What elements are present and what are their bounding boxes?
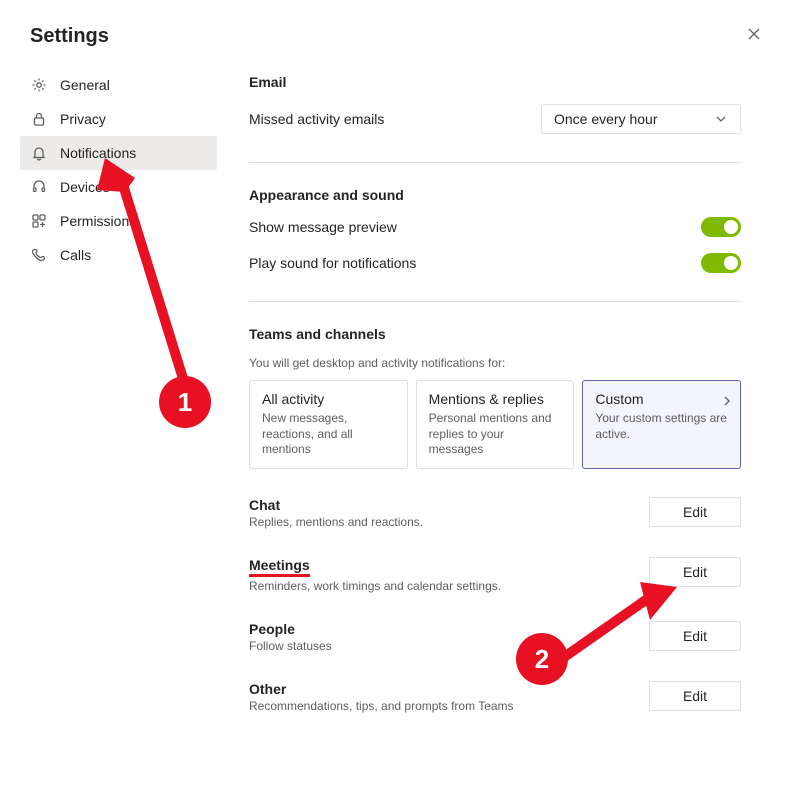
dropdown-value: Once every hour bbox=[554, 111, 658, 127]
sound-label: Play sound for notifications bbox=[249, 255, 416, 271]
card-title: All activity bbox=[262, 391, 395, 407]
sidebar-item-label: Privacy bbox=[60, 111, 106, 127]
gear-icon bbox=[30, 76, 48, 94]
close-icon bbox=[747, 27, 761, 46]
people-desc: Follow statuses bbox=[249, 639, 332, 653]
sidebar-item-label: General bbox=[60, 77, 110, 93]
people-edit-button[interactable]: Edit bbox=[649, 621, 741, 651]
preview-toggle[interactable] bbox=[701, 217, 741, 237]
teams-subtext: You will get desktop and activity notifi… bbox=[249, 356, 741, 370]
other-desc: Recommendations, tips, and prompts from … bbox=[249, 699, 514, 713]
main-panel: Email Missed activity emails Once every … bbox=[217, 68, 796, 741]
preview-label: Show message preview bbox=[249, 219, 397, 235]
close-button[interactable] bbox=[742, 24, 766, 48]
meetings-title: Meetings bbox=[249, 557, 501, 577]
card-desc: Your custom settings are active. bbox=[595, 411, 728, 442]
annotation-badge-1: 1 bbox=[159, 376, 211, 428]
people-title: People bbox=[249, 621, 332, 637]
sidebar-item-devices[interactable]: Devices bbox=[20, 170, 217, 204]
headset-icon bbox=[30, 178, 48, 196]
card-title: Custom bbox=[595, 391, 728, 407]
bell-icon bbox=[30, 144, 48, 162]
meetings-edit-button[interactable]: Edit bbox=[649, 557, 741, 587]
apps-icon bbox=[30, 212, 48, 230]
lock-icon bbox=[30, 110, 48, 128]
annotation-badge-2: 2 bbox=[516, 633, 568, 685]
chat-edit-button[interactable]: Edit bbox=[649, 497, 741, 527]
card-desc: Personal mentions and replies to your me… bbox=[429, 411, 562, 458]
teams-heading: Teams and channels bbox=[249, 326, 741, 342]
page-title: Settings bbox=[30, 25, 109, 48]
sidebar-item-notifications[interactable]: Notifications bbox=[20, 136, 217, 170]
sidebar-item-label: Notifications bbox=[60, 145, 136, 161]
other-title: Other bbox=[249, 681, 514, 697]
card-desc: New messages, reactions, and all mention… bbox=[262, 411, 395, 458]
missed-emails-label: Missed activity emails bbox=[249, 111, 384, 127]
phone-icon bbox=[30, 246, 48, 264]
chevron-down-icon bbox=[714, 112, 728, 126]
sidebar-item-privacy[interactable]: Privacy bbox=[20, 102, 217, 136]
card-all-activity[interactable]: All activity New messages, reactions, an… bbox=[249, 380, 408, 469]
missed-emails-dropdown[interactable]: Once every hour bbox=[541, 104, 741, 134]
sidebar-item-general[interactable]: General bbox=[20, 68, 217, 102]
appearance-heading: Appearance and sound bbox=[249, 187, 741, 203]
card-title: Mentions & replies bbox=[429, 391, 562, 407]
meetings-desc: Reminders, work timings and calendar set… bbox=[249, 579, 501, 593]
chevron-right-icon bbox=[722, 393, 732, 411]
chat-desc: Replies, mentions and reactions. bbox=[249, 515, 423, 529]
email-heading: Email bbox=[249, 74, 741, 90]
sound-toggle[interactable] bbox=[701, 253, 741, 273]
card-mentions-replies[interactable]: Mentions & replies Personal mentions and… bbox=[416, 380, 575, 469]
other-edit-button[interactable]: Edit bbox=[649, 681, 741, 711]
card-custom[interactable]: Custom Your custom settings are active. bbox=[582, 380, 741, 469]
sidebar-item-permissions[interactable]: Permissions bbox=[20, 204, 217, 238]
chat-title: Chat bbox=[249, 497, 423, 513]
sidebar-item-label: Permissions bbox=[60, 213, 136, 229]
sidebar-item-calls[interactable]: Calls bbox=[20, 238, 217, 272]
sidebar-item-label: Devices bbox=[60, 179, 110, 195]
sidebar-item-label: Calls bbox=[60, 247, 91, 263]
